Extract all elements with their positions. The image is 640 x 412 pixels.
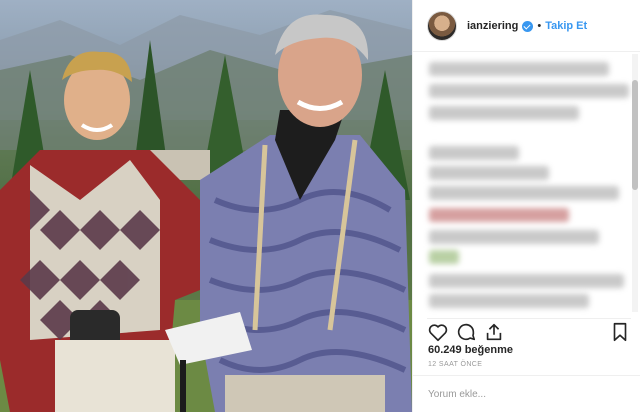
separator-dot: • [537,19,542,32]
photo-scene [0,10,412,412]
post-timestamp[interactable]: 12 SAAT ÖNCE [428,361,482,368]
comment-line [429,146,519,160]
post-side-panel: ianziering • Takip Et 60.249 beğenme 12 … [412,0,640,412]
comment-line [429,250,459,264]
comment-icon[interactable] [455,321,477,343]
avatar[interactable] [427,10,457,41]
username-link[interactable]: ianziering [467,20,518,32]
like-count[interactable]: 60.249 beğenme [428,344,513,356]
comment-line [429,294,589,308]
comments-scrollbar[interactable] [632,54,638,312]
comment-line [429,84,629,98]
action-bar [427,318,631,342]
scrollbar-thumb[interactable] [632,80,638,190]
comment-form [413,375,640,412]
post-header: ianziering • Takip Et [413,0,640,52]
comment-line [429,166,549,180]
verified-badge-icon [522,21,534,32]
comment-line [429,274,624,288]
blurred-comments [423,58,633,310]
heart-icon[interactable] [427,321,449,343]
share-icon[interactable] [483,321,505,343]
comment-line [429,186,619,200]
comment-line [429,106,579,120]
post-photo [0,0,412,412]
comment-line [429,230,599,244]
comment-line [429,208,569,222]
follow-button[interactable]: Takip Et [545,20,587,32]
comment-input[interactable] [428,388,618,400]
comment-line [429,62,609,76]
bookmark-icon[interactable] [609,321,631,343]
